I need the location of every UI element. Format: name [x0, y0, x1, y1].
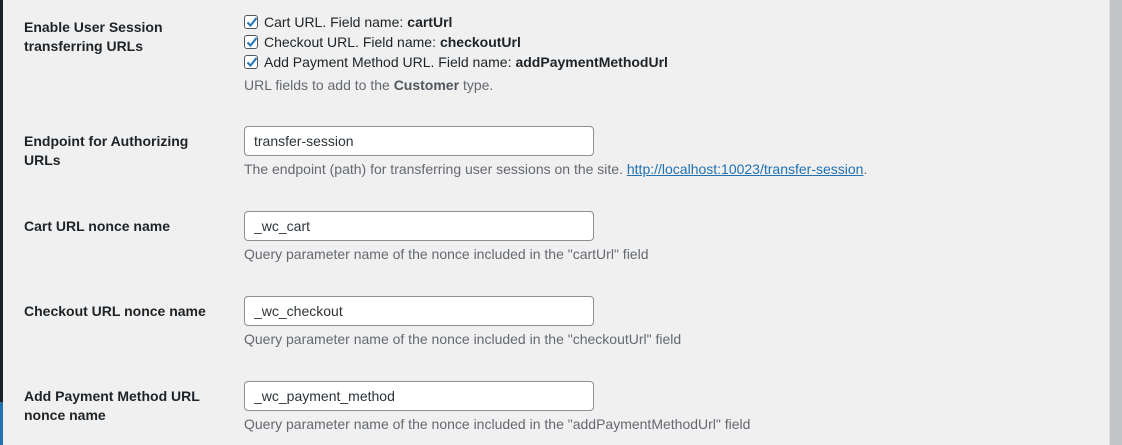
- session-urls-description-type: Customer: [393, 77, 460, 93]
- endpoint-description-text: The endpoint (path) for transferring use…: [244, 161, 623, 177]
- session-urls-field: Cart URL. Field name: cartUrl Checkout U…: [244, 12, 1084, 95]
- admin-menu-active-indicator: [0, 402, 3, 445]
- endpoint-field: The endpoint (path) for transferring use…: [244, 126, 1084, 179]
- session-urls-description: URL fields to add to the Customer type.: [244, 76, 1084, 95]
- checkout-url-checkbox[interactable]: [244, 35, 258, 49]
- cart-url-checkbox[interactable]: [244, 15, 258, 29]
- cart-nonce-description: Query parameter name of the nonce includ…: [244, 246, 649, 262]
- settings-page: Enable User Session transferring URLs Ca…: [0, 0, 1122, 445]
- payment-nonce-description: Query parameter name of the nonce includ…: [244, 416, 751, 432]
- cart-nonce-input[interactable]: [244, 211, 594, 241]
- checkout-nonce-row: Checkout URL nonce name Query parameter …: [24, 296, 1084, 356]
- checkout-nonce-input[interactable]: [244, 296, 594, 326]
- payment-method-url-field-name: addPaymentMethodUrl: [515, 54, 668, 70]
- payment-nonce-input[interactable]: [244, 381, 594, 411]
- endpoint-row: Endpoint for Authorizing URLs The endpoi…: [24, 126, 1084, 186]
- scrollbar-track[interactable]: [1109, 0, 1122, 445]
- cart-url-option-text: Cart URL. Field name:: [264, 14, 404, 30]
- session-urls-description-prefix: URL fields to add to the: [244, 77, 390, 93]
- cart-nonce-label: Cart URL nonce name: [24, 218, 170, 234]
- checkout-nonce-description: Query parameter name of the nonce includ…: [244, 331, 682, 347]
- checkmark-icon: [246, 57, 258, 67]
- session-urls-label: Enable User Session transferring URLs: [24, 19, 163, 54]
- endpoint-url-link[interactable]: http://localhost:10023/transfer-session: [627, 161, 864, 177]
- checkout-url-option-text: Checkout URL. Field name:: [264, 34, 436, 50]
- payment-method-url-checkbox[interactable]: [244, 55, 258, 69]
- cart-url-field-name: cartUrl: [407, 14, 453, 30]
- checkmark-icon: [246, 17, 258, 27]
- checkmark-icon: [246, 37, 258, 47]
- endpoint-description: The endpoint (path) for transferring use…: [244, 160, 1084, 179]
- session-urls-description-suffix: type.: [462, 77, 494, 93]
- checkout-nonce-field: Query parameter name of the nonce includ…: [244, 296, 1084, 349]
- payment-method-url-option[interactable]: Add Payment Method URL. Field name: addP…: [244, 52, 1084, 72]
- payment-nonce-field: Query parameter name of the nonce includ…: [244, 381, 1084, 434]
- cart-url-option[interactable]: Cart URL. Field name: cartUrl: [244, 12, 1084, 32]
- checkout-url-field-name: checkoutUrl: [439, 34, 521, 50]
- payment-nonce-row: Add Payment Method URL nonce name Query …: [24, 381, 1084, 441]
- admin-menu-edge: [0, 0, 3, 445]
- session-urls-row: Enable User Session transferring URLs Ca…: [24, 14, 1084, 98]
- cart-nonce-row: Cart URL nonce name Query parameter name…: [24, 211, 1084, 271]
- scrollbar-thumb[interactable]: [1110, 0, 1122, 445]
- payment-method-url-option-text: Add Payment Method URL. Field name:: [264, 54, 512, 70]
- endpoint-label: Endpoint for Authorizing URLs: [24, 133, 189, 168]
- endpoint-description-period: .: [863, 161, 868, 177]
- checkout-url-option[interactable]: Checkout URL. Field name: checkoutUrl: [244, 32, 1084, 52]
- checkout-nonce-label: Checkout URL nonce name: [24, 303, 206, 319]
- payment-nonce-label: Add Payment Method URL nonce name: [24, 388, 200, 423]
- endpoint-input[interactable]: [244, 126, 594, 156]
- cart-nonce-field: Query parameter name of the nonce includ…: [244, 211, 1084, 264]
